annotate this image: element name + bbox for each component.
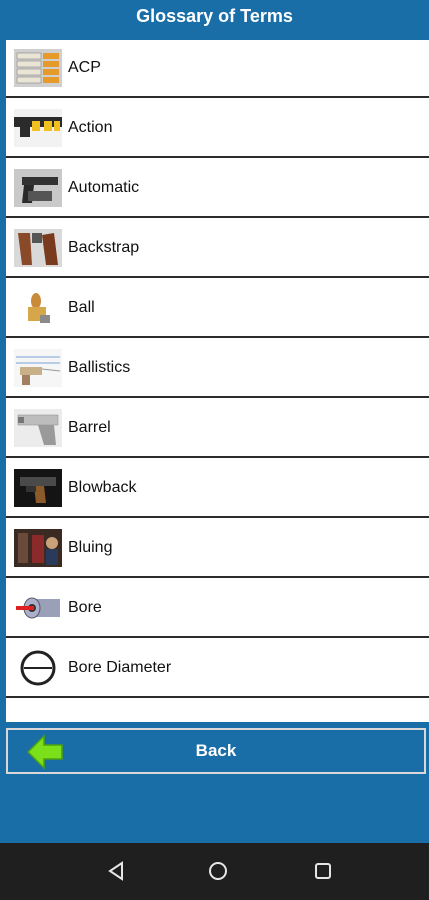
term-label: ACP	[68, 59, 101, 76]
pistol-barrel-icon	[14, 409, 62, 447]
header-bar: Glossary of Terms	[0, 0, 429, 36]
pistol-action-icon	[14, 109, 62, 147]
ammo-boxes-icon	[14, 49, 62, 87]
term-label: Automatic	[68, 179, 140, 196]
back-label: Back	[195, 741, 237, 760]
term-label: Bore Diameter	[68, 659, 172, 676]
list-item-bluing[interactable]: Bluing	[6, 520, 429, 578]
list-item-partial[interactable]	[6, 700, 429, 722]
nav-recents-icon[interactable]	[311, 859, 335, 883]
glossary-list[interactable]: ACP Action Automatic Backstrap Ball Ball…	[6, 40, 429, 722]
nav-back-icon[interactable]	[104, 859, 128, 883]
list-item-automatic[interactable]: Automatic	[6, 160, 429, 218]
term-label: Bore	[68, 599, 102, 616]
bore-icon	[14, 589, 62, 627]
term-label: Action	[68, 119, 113, 136]
list-item-acp[interactable]: ACP	[6, 40, 429, 98]
term-label: Barrel	[68, 419, 111, 436]
back-button[interactable]: Back	[6, 728, 426, 774]
ballistics-chart-icon	[14, 349, 62, 387]
term-label: Bluing	[68, 539, 113, 556]
term-label: Backstrap	[68, 239, 140, 256]
system-navigation-bar	[0, 843, 429, 900]
term-label: Ballistics	[68, 359, 131, 376]
term-label: Blowback	[68, 479, 137, 496]
list-item-barrel[interactable]: Barrel	[6, 400, 429, 458]
list-item-ballistics[interactable]: Ballistics	[6, 340, 429, 398]
list-item-ball[interactable]: Ball	[6, 280, 429, 338]
bore-diameter-icon	[14, 649, 62, 687]
list-item-action[interactable]: Action	[6, 100, 429, 158]
automatic-pistol-icon	[14, 169, 62, 207]
ball-bullet-icon	[14, 289, 62, 327]
page-title: Glossary of Terms	[136, 6, 293, 26]
list-item-backstrap[interactable]: Backstrap	[6, 220, 429, 278]
green-back-arrow-icon	[26, 734, 63, 770]
term-label: Ball	[68, 299, 95, 316]
list-item-bore[interactable]: Bore	[6, 580, 429, 638]
partial-item-icon	[14, 710, 62, 722]
nav-home-icon[interactable]	[206, 859, 230, 883]
list-item-bore-diameter[interactable]: Bore Diameter	[6, 640, 429, 698]
bluing-workshop-icon	[14, 529, 62, 567]
list-item-blowback[interactable]: Blowback	[6, 460, 429, 518]
blowback-pistol-icon	[14, 469, 62, 507]
pistol-grip-icon	[14, 229, 62, 267]
